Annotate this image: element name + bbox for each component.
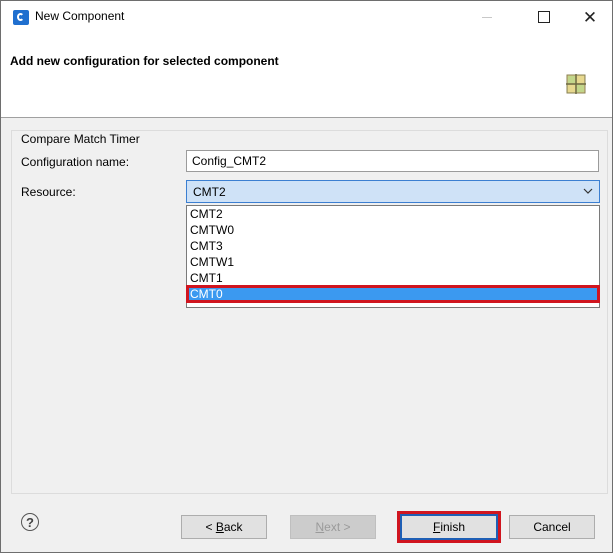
next-button-mnemonic: N [315, 520, 325, 534]
new-component-dialog: New Component ✕ Add new configuration fo… [0, 0, 613, 553]
configuration-name-label: Configuration name: [21, 155, 130, 169]
dialog-header: Add new configuration for selected compo… [1, 33, 612, 118]
group-label: Compare Match Timer [19, 132, 142, 146]
component-icon [566, 74, 586, 94]
minimize-icon [482, 16, 492, 18]
chevron-down-icon [583, 188, 593, 194]
title-bar[interactable]: New Component ✕ [1, 1, 612, 33]
back-button-mnemonic: B [215, 520, 224, 534]
dropdown-option-cmtw0[interactable]: CMTW0 [187, 222, 599, 238]
finish-button-label: inish [440, 520, 466, 534]
close-button[interactable]: ✕ [567, 1, 613, 33]
close-icon: ✕ [582, 7, 598, 27]
back-button-label: ack [223, 520, 243, 534]
page-title: Add new configuration for selected compo… [10, 54, 279, 68]
window-title: New Component [35, 9, 125, 23]
app-icon [13, 10, 29, 25]
minimize-button[interactable] [464, 1, 510, 33]
dropdown-option-cmt1[interactable]: CMT1 [187, 270, 599, 286]
dialog-content: Compare Match Timer Configuration name: … [1, 118, 612, 497]
next-button[interactable]: Next > [290, 515, 376, 539]
finish-button[interactable]: Finish [397, 511, 501, 543]
back-button-prefix: < [205, 520, 216, 534]
maximize-icon [538, 11, 550, 23]
resource-dropdown-list[interactable]: CMT2 CMTW0 CMT3 CMTW1 CMT1 CMT0 [186, 205, 600, 308]
resource-selected-value: CMT2 [193, 185, 226, 199]
cancel-button[interactable]: Cancel [509, 515, 595, 539]
configuration-name-input[interactable] [186, 150, 599, 172]
resource-label: Resource: [21, 185, 76, 199]
next-button-label: ext > [324, 520, 351, 534]
dropdown-option-cmt2[interactable]: CMT2 [187, 206, 599, 222]
back-button[interactable]: < Back [181, 515, 267, 539]
dropdown-option-cmtw1[interactable]: CMTW1 [187, 254, 599, 270]
dropdown-option-cmt0[interactable]: CMT0 [186, 285, 600, 303]
resource-combobox[interactable]: CMT2 [186, 180, 600, 203]
dialog-footer: ? < Back Next > Finish Cancel [1, 497, 612, 552]
finish-button-mnemonic: F [432, 520, 441, 534]
dropdown-option-cmt3[interactable]: CMT3 [187, 238, 599, 254]
maximize-button[interactable] [521, 1, 567, 33]
help-icon[interactable]: ? [21, 513, 39, 531]
